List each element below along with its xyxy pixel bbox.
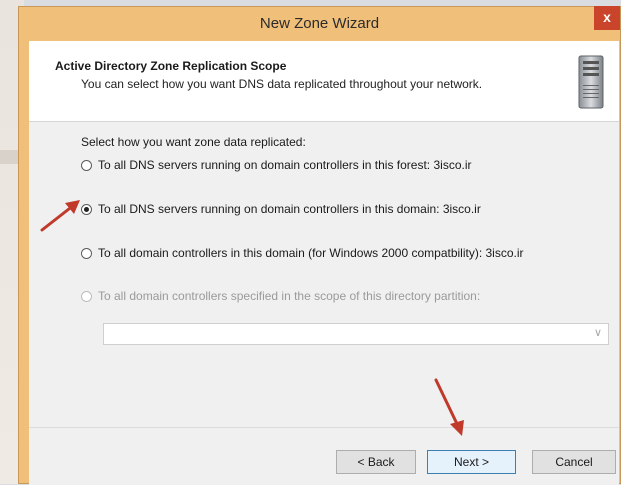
option-partition[interactable]: To all domain controllers specified in t… bbox=[81, 289, 480, 303]
radio-domain-controllers[interactable] bbox=[81, 247, 92, 259]
page-title: Active Directory Zone Replication Scope bbox=[55, 59, 287, 73]
replication-prompt: Select how you want zone data replicated… bbox=[81, 135, 306, 149]
footer-divider bbox=[29, 427, 619, 428]
radio-partition[interactable] bbox=[81, 290, 92, 302]
option-domain-dns-label[interactable]: To all DNS servers running on domain con… bbox=[98, 202, 481, 216]
title-bar[interactable]: New Zone Wizard x bbox=[19, 6, 620, 41]
wizard-header: Active Directory Zone Replication Scope … bbox=[29, 41, 619, 122]
cancel-button[interactable]: Cancel bbox=[532, 450, 616, 474]
close-button[interactable]: x bbox=[594, 6, 620, 30]
option-domain-dns[interactable]: To all DNS servers running on domain con… bbox=[81, 202, 481, 216]
red-arrow-icon bbox=[434, 378, 464, 436]
wizard-client-area: Active Directory Zone Replication Scope … bbox=[29, 41, 619, 485]
back-button[interactable]: < Back bbox=[336, 450, 416, 474]
page-subtitle: You can select how you want DNS data rep… bbox=[81, 77, 483, 91]
option-forest[interactable]: To all DNS servers running on domain con… bbox=[81, 158, 472, 172]
option-forest-label[interactable]: To all DNS servers running on domain con… bbox=[98, 158, 472, 172]
option-domain-controllers-label[interactable]: To all domain controllers in this domain… bbox=[98, 246, 524, 260]
radio-forest[interactable] bbox=[81, 159, 92, 171]
chevron-down-icon[interactable]: ∨ bbox=[594, 326, 602, 339]
partition-select[interactable]: ∨ bbox=[103, 323, 609, 345]
wizard-body: Select how you want zone data replicated… bbox=[29, 122, 619, 427]
wizard-window: New Zone Wizard x Active Directory Zone … bbox=[18, 6, 621, 485]
window-title: New Zone Wizard bbox=[259, 15, 380, 32]
option-domain-controllers[interactable]: To all domain controllers in this domain… bbox=[81, 246, 524, 260]
option-partition-label[interactable]: To all domain controllers specified in t… bbox=[98, 289, 480, 303]
red-arrow-icon bbox=[40, 200, 80, 232]
server-icon bbox=[578, 55, 604, 109]
next-button[interactable]: Next > bbox=[427, 450, 516, 474]
